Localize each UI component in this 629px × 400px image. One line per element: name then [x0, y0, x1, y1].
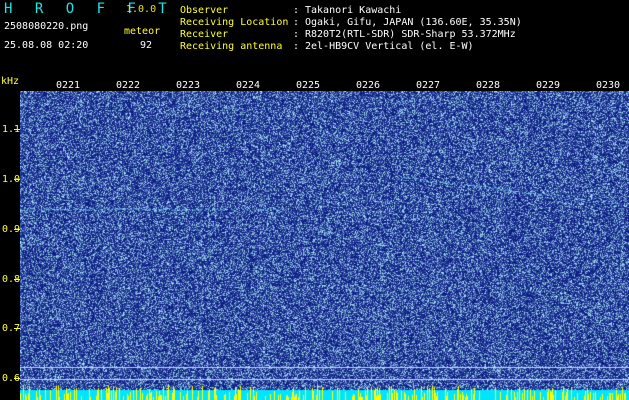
app-version: 1.0.0: [126, 4, 157, 15]
observation-datetime: 25.08.08 02:20: [4, 40, 89, 51]
detection-label: meteor: [124, 26, 161, 37]
freq-label-0-6: 0.6: [2, 373, 21, 384]
observer-value: Takanori Kawachi: [305, 5, 402, 16]
freq-label-1-1: 1.1: [2, 124, 21, 135]
freq-label-0-9: 0.9: [2, 224, 21, 235]
location-value: Ogaki, Gifu, JAPAN (136.60E, 35.35N): [305, 17, 522, 28]
observer-label: Observer: [180, 5, 229, 16]
location-label: Receiving Location: [180, 17, 289, 28]
receiver-label: Receiver: [180, 29, 229, 40]
observer-separator: :: [293, 5, 300, 16]
antenna-value: 2el-HB9CV Vertical (el. E-W): [305, 41, 474, 52]
freq-label-0-7: 0.7: [2, 323, 21, 334]
receiver-value: R820T2(RTL-SDR) SDR-Sharp 53.372MHz: [305, 29, 516, 40]
antenna-label: Receiving antenna: [180, 41, 283, 52]
freq-label-1-0: 1.0: [2, 174, 21, 185]
hrofft-screen: H R O F F T 1.0.0 2508080220.png meteor …: [0, 0, 629, 400]
meteor-count: 92: [140, 40, 153, 51]
file-name: 2508080220.png: [4, 21, 89, 32]
receiver-separator: :: [293, 29, 300, 40]
frequency-unit-label: kHz: [1, 76, 20, 87]
freq-label-0-8: 0.8: [2, 274, 21, 285]
antenna-separator: :: [293, 41, 300, 52]
spectrogram-canvas: [20, 91, 629, 400]
location-separator: :: [293, 17, 300, 28]
